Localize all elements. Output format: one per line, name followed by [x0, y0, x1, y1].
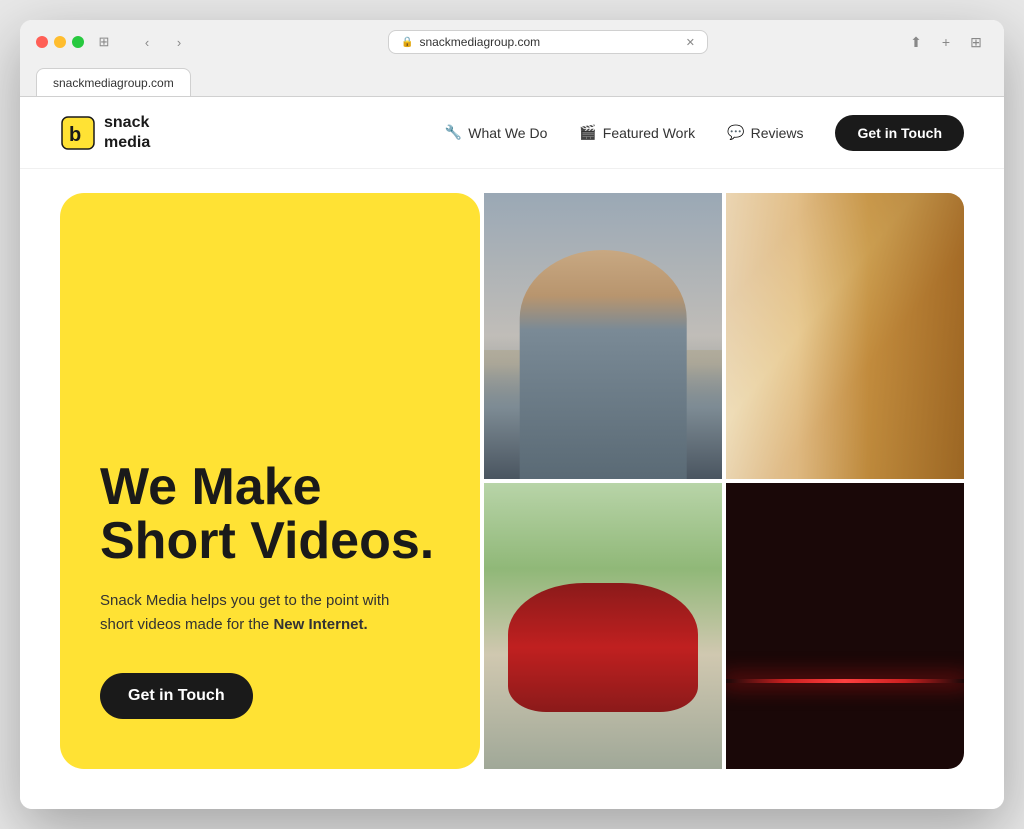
logo[interactable]: b snack media: [60, 113, 150, 151]
hero-image-grid: [484, 193, 964, 769]
website-content: b snack media 🔧 What We Do 🎬 Featured Wo…: [20, 97, 1004, 808]
browser-actions: ⬆ + ⊞: [904, 30, 988, 54]
hero-image-car: [484, 483, 722, 769]
hero-section: We Make Short Videos. Snack Media helps …: [20, 169, 1004, 809]
nav-cta-button[interactable]: Get in Touch: [835, 115, 964, 151]
window-layout-icon[interactable]: ⊞: [94, 34, 114, 50]
close-tab-button[interactable]: ✕: [686, 36, 695, 49]
grid-button[interactable]: ⊞: [964, 30, 988, 54]
chat-icon: 💬: [727, 124, 744, 141]
navbar: b snack media 🔧 What We Do 🎬 Featured Wo…: [20, 97, 1004, 168]
nav-what-we-do[interactable]: 🔧 What We Do: [445, 124, 548, 141]
tab-bar: snackmediagroup.com: [36, 64, 988, 96]
browser-chrome: ⊞ ‹ › 🔒 snackmediagroup.com ✕ ⬆ + ⊞ snac…: [20, 20, 1004, 97]
share-button[interactable]: ⬆: [904, 30, 928, 54]
address-bar[interactable]: 🔒 snackmediagroup.com ✕: [388, 30, 708, 54]
close-button[interactable]: [36, 36, 48, 48]
active-tab[interactable]: snackmediagroup.com: [36, 68, 191, 96]
maximize-button[interactable]: [72, 36, 84, 48]
address-bar-area: 🔒 snackmediagroup.com ✕: [202, 30, 894, 54]
hero-image-dark: [726, 483, 964, 769]
back-button[interactable]: ‹: [134, 32, 160, 52]
hero-image-man: [484, 193, 722, 479]
film-icon: 🎬: [579, 124, 596, 141]
nav-featured-work[interactable]: 🎬 Featured Work: [579, 124, 695, 141]
hero-subtext: Snack Media helps you get to the point w…: [100, 589, 420, 637]
logo-text: snack media: [104, 113, 150, 151]
hero-headline: We Make Short Videos.: [100, 460, 440, 569]
new-tab-button[interactable]: +: [934, 30, 958, 54]
wrench-icon: 🔧: [445, 124, 462, 141]
tab-title: snackmediagroup.com: [53, 76, 174, 90]
traffic-lights: [36, 36, 84, 48]
browser-window: ⊞ ‹ › 🔒 snackmediagroup.com ✕ ⬆ + ⊞ snac…: [20, 20, 1004, 808]
man-figure: [520, 250, 687, 479]
hero-left-panel: We Make Short Videos. Snack Media helps …: [60, 193, 480, 769]
minimize-button[interactable]: [54, 36, 66, 48]
forward-button[interactable]: ›: [166, 32, 192, 52]
hero-image-office: [726, 193, 964, 479]
logo-icon: b: [60, 115, 96, 151]
nav-reviews[interactable]: 💬 Reviews: [727, 124, 803, 141]
nav-links: 🔧 What We Do 🎬 Featured Work 💬 Reviews G…: [445, 115, 964, 151]
url-text: snackmediagroup.com: [419, 35, 540, 49]
browser-nav: ‹ ›: [134, 32, 192, 52]
lock-icon: 🔒: [401, 37, 413, 48]
svg-text:b: b: [69, 124, 81, 146]
hero-cta-button[interactable]: Get in Touch: [100, 673, 253, 719]
